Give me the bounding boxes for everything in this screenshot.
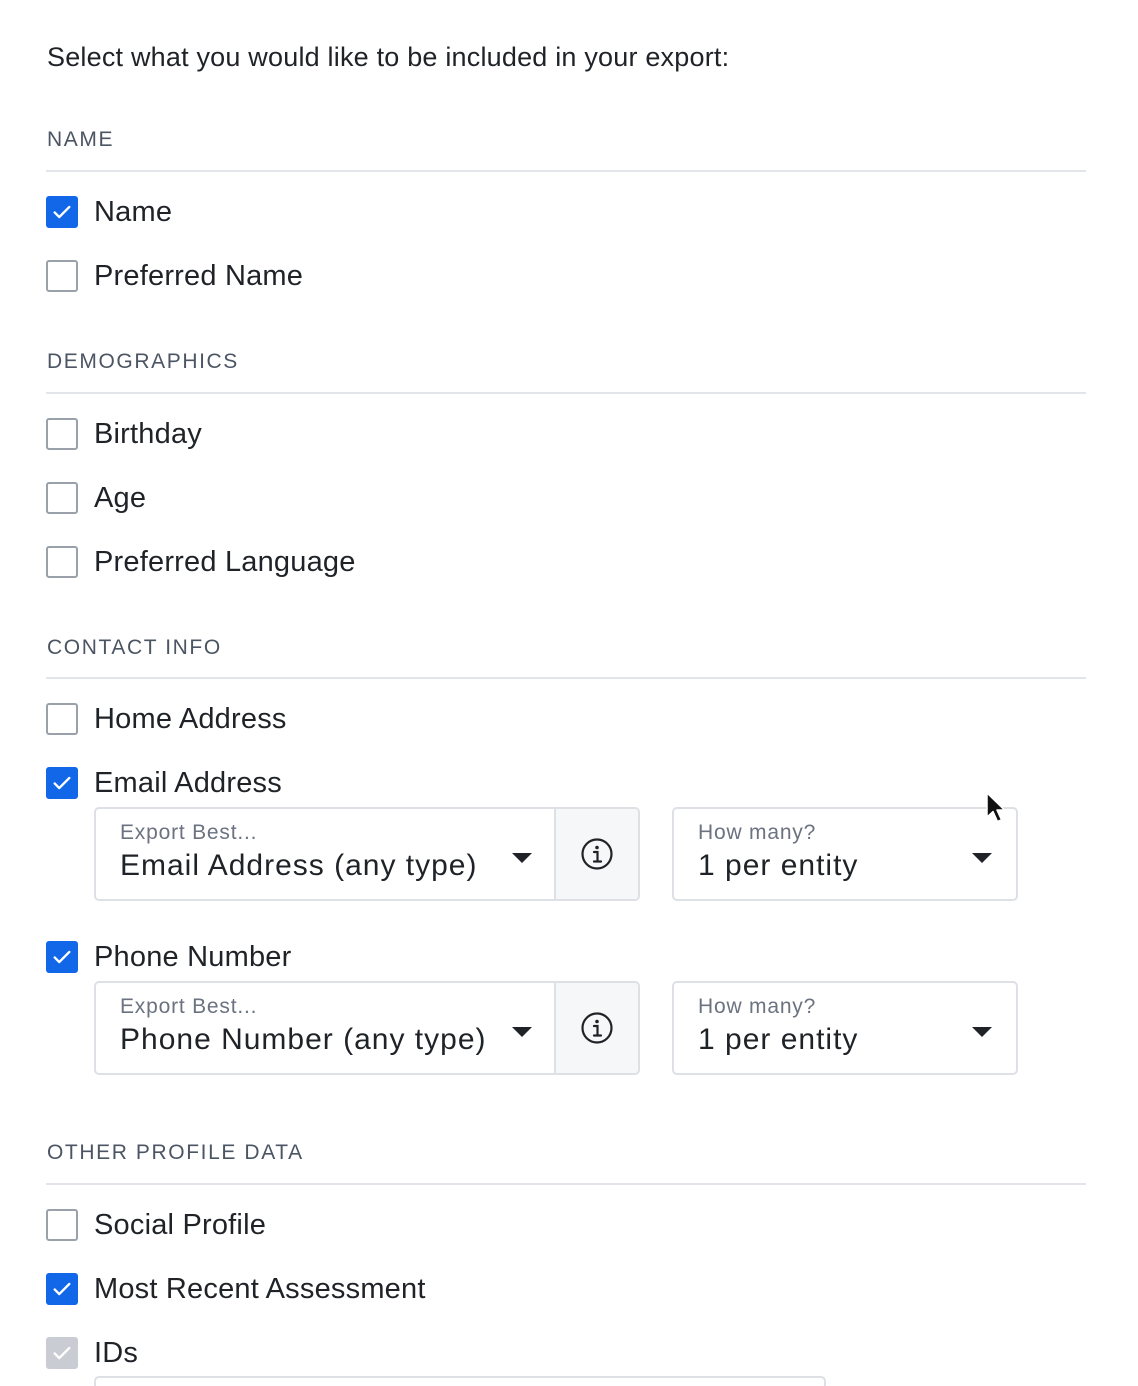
option-birthday[interactable]: Birthday (46, 417, 202, 451)
export-options-page: Select what you would like to be include… (0, 0, 1138, 1386)
select-value: 1 per entity (698, 1023, 859, 1056)
option-label: Age (94, 481, 147, 514)
option-name[interactable]: Name (46, 195, 172, 229)
checkbox-age[interactable] (46, 482, 78, 514)
section-title-other-profile-data: OTHER PROFILE DATA (47, 1141, 304, 1164)
section-divider (46, 392, 1086, 394)
option-label: Phone Number (94, 940, 292, 973)
info-icon (581, 838, 613, 870)
phone-export-best-select[interactable]: Export Best... Phone Number (any type) (94, 981, 640, 1075)
select-value: Email Address (any type) (120, 849, 478, 882)
section-divider (46, 170, 1086, 172)
option-social-profile[interactable]: Social Profile (46, 1208, 266, 1242)
checkbox-ids (46, 1337, 78, 1369)
section-divider (46, 677, 1086, 679)
checkbox-birthday[interactable] (46, 418, 78, 450)
checkbox-home-address[interactable] (46, 703, 78, 735)
checkbox-name[interactable] (46, 196, 78, 228)
section-divider (46, 1183, 1086, 1185)
email-how-many-select[interactable]: How many? 1 per entity (672, 807, 1018, 901)
checkbox-preferred-name[interactable] (46, 260, 78, 292)
checkbox-most-recent-assessment[interactable] (46, 1273, 78, 1305)
caret-down-icon (512, 853, 532, 863)
checkbox-social-profile[interactable] (46, 1209, 78, 1241)
section-title-demographics: DEMOGRAPHICS (47, 350, 239, 373)
option-age[interactable]: Age (46, 481, 146, 515)
check-icon (53, 205, 71, 219)
option-label: Birthday (94, 417, 202, 450)
option-phone-number[interactable]: Phone Number (46, 940, 291, 974)
option-label: Preferred Name (94, 259, 304, 292)
select-caption: How many? (698, 821, 817, 844)
option-label: Name (94, 195, 173, 228)
option-home-address[interactable]: Home Address (46, 702, 287, 736)
check-icon (53, 776, 71, 790)
option-label: Social Profile (94, 1208, 267, 1241)
check-icon (53, 950, 71, 964)
option-label: IDs (94, 1336, 139, 1369)
section-title-name: NAME (47, 128, 115, 151)
option-label: Most Recent Assessment (94, 1272, 426, 1305)
option-label: Email Address (94, 766, 282, 799)
info-icon (581, 1012, 613, 1044)
select-caption: Export Best... (120, 821, 258, 844)
option-label: Preferred Language (94, 545, 356, 578)
caret-down-icon (972, 1027, 992, 1037)
checkbox-preferred-language[interactable] (46, 546, 78, 578)
checkbox-email-address[interactable] (46, 767, 78, 799)
select-value: Phone Number (any type) (120, 1023, 487, 1056)
phone-info-button[interactable] (554, 983, 638, 1073)
select-caption: How many? (698, 995, 817, 1018)
caret-down-icon (512, 1027, 532, 1037)
option-most-recent-assessment[interactable]: Most Recent Assessment (46, 1272, 426, 1306)
option-email-address[interactable]: Email Address (46, 766, 282, 800)
ids-select[interactable] (94, 1376, 826, 1386)
select-value: 1 per entity (698, 849, 859, 882)
export-instructions: Select what you would like to be include… (47, 42, 730, 72)
check-icon (53, 1282, 71, 1296)
select-caption: Export Best... (120, 995, 258, 1018)
option-preferred-language[interactable]: Preferred Language (46, 545, 356, 579)
mouse-pointer-icon (986, 792, 1006, 823)
email-info-button[interactable] (554, 809, 638, 899)
section-title-contact-info: CONTACT INFO (47, 636, 222, 659)
checkbox-phone-number[interactable] (46, 941, 78, 973)
caret-down-icon (972, 853, 992, 863)
check-icon (53, 1346, 71, 1360)
option-label: Home Address (94, 702, 287, 735)
option-preferred-name[interactable]: Preferred Name (46, 259, 303, 293)
phone-how-many-select[interactable]: How many? 1 per entity (672, 981, 1018, 1075)
email-export-best-select[interactable]: Export Best... Email Address (any type) (94, 807, 640, 901)
option-ids: IDs (46, 1336, 138, 1370)
